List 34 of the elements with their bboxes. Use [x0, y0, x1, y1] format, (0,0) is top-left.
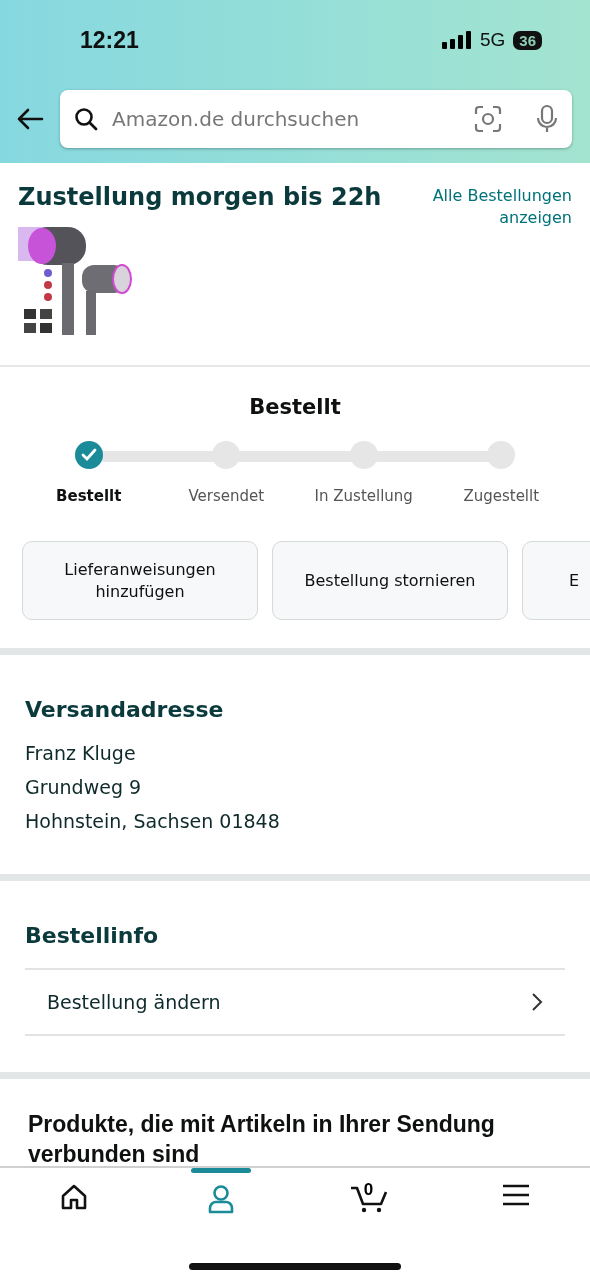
all-orders-link[interactable]: Alle Bestellungen anzeigen	[412, 183, 572, 349]
section-title: Produkte, die mit Artikeln in Ihrer Sendung verbunden sind	[27, 1110, 496, 1168]
action-button[interactable]: Bestellung stornieren	[272, 541, 508, 620]
menu-icon	[502, 1184, 531, 1206]
search-bar[interactable]: Amazon.de durchsuchen	[60, 90, 572, 148]
step-label: In Zustellung	[314, 487, 413, 505]
action-button[interactable]: E	[522, 541, 590, 620]
address-line: Hohnstein, Sachsen 01848	[25, 809, 281, 834]
search-field[interactable]: Amazon.de durchsuchen	[110, 106, 462, 132]
cart-count: 0	[363, 1180, 374, 1200]
chevron-right-icon	[531, 992, 543, 1012]
person-icon	[207, 1184, 236, 1214]
delivery-title: Zustellung morgen bis 22h	[18, 183, 383, 211]
back-arrow-icon[interactable]	[16, 108, 44, 130]
address-line: Franz Kluge	[25, 741, 137, 766]
microphone-icon[interactable]	[536, 104, 558, 134]
clock-time: 12:21	[80, 26, 140, 54]
step-label: Zugestellt	[463, 487, 540, 505]
home-icon	[59, 1184, 88, 1210]
action-button[interactable]: Lieferanweisungen hinzufügen	[22, 541, 258, 620]
camera-scan-icon[interactable]	[474, 105, 502, 133]
section-title: Versandadresse	[25, 697, 225, 722]
address-line: Grundweg 9	[25, 775, 143, 800]
search-icon	[74, 107, 98, 131]
step-label: Versendet	[188, 487, 265, 505]
battery-icon: 36	[513, 30, 542, 50]
cart-icon	[348, 1184, 389, 1214]
change-order-row[interactable]: Bestellung ändern	[25, 968, 565, 1036]
network-label: 5G	[479, 29, 506, 51]
signal-icon	[441, 31, 472, 49]
section-title: Bestellinfo	[25, 923, 160, 948]
status-title: Bestellt	[248, 395, 342, 419]
cart-tab[interactable]: 0	[295, 1168, 443, 1238]
step-label: Bestellt	[56, 487, 122, 505]
